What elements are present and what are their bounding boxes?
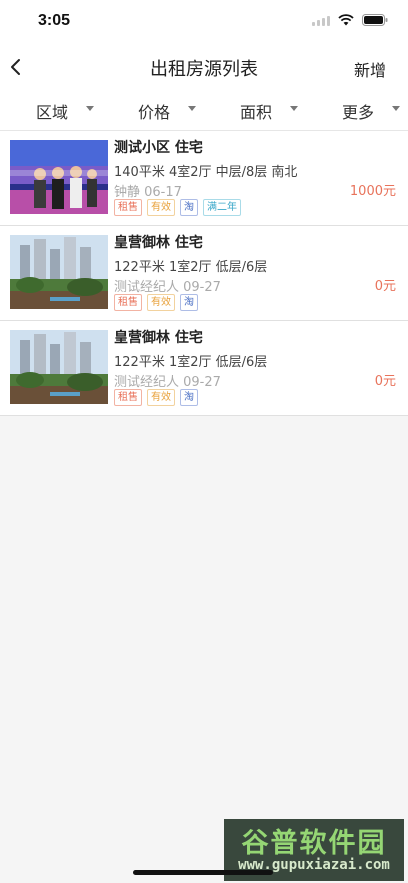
caret-down-icon (392, 106, 400, 111)
watermark-title: 谷普软件园 (241, 828, 387, 859)
caret-down-icon (86, 106, 94, 111)
listing-list: 测试小区 住宅 140平米 4室2厅 中层/8层 南北 钟静 06-17 100… (0, 131, 408, 416)
list-item[interactable]: 测试小区 住宅 140平米 4室2厅 中层/8层 南北 钟静 06-17 100… (0, 131, 408, 226)
listing-photo (10, 235, 108, 309)
filter-price[interactable]: 价格 (102, 88, 204, 130)
filter-bar: 区域 价格 面积 更多 (0, 88, 408, 131)
tag: 租售 (114, 294, 142, 311)
list-item[interactable]: 皇营御林 住宅 122平米 1室2厅 低层/6层 测试经纪人 09-27 0元 … (0, 321, 408, 416)
cellular-signal-icon (312, 14, 330, 26)
listing-spec: 122平米 1室2厅 低层/6层 (114, 260, 268, 275)
filter-more[interactable]: 更多 (306, 88, 408, 130)
caret-down-icon (188, 106, 196, 111)
tag: 租售 (114, 389, 142, 406)
listing-price: 1000元 (349, 184, 396, 199)
caret-down-icon (290, 106, 298, 111)
tag: 有效 (147, 199, 175, 216)
filter-label: 面积 (240, 103, 273, 122)
nav-bar: 出租房源列表 新增 (0, 44, 408, 88)
filter-label: 更多 (342, 103, 375, 122)
home-indicator[interactable] (133, 870, 273, 875)
listing-tags: 租售 有效 淘 (114, 294, 198, 311)
listing-title: 测试小区 住宅 (114, 140, 203, 156)
listing-tags: 租售 有效 淘 (114, 389, 198, 406)
listing-price: 0元 (374, 374, 396, 389)
filter-size[interactable]: 面积 (204, 88, 306, 130)
filter-area[interactable]: 区域 (0, 88, 102, 130)
page-title: 出租房源列表 (150, 59, 258, 79)
tag: 有效 (147, 389, 175, 406)
listing-agent-date: 钟静 06-17 (114, 185, 182, 200)
listing-title: 皇营御林 住宅 (114, 235, 203, 251)
listing-spec: 140平米 4室2厅 中层/8层 南北 (114, 165, 298, 180)
tag: 淘 (180, 199, 198, 216)
list-item[interactable]: 皇营御林 住宅 122平米 1室2厅 低层/6层 测试经纪人 09-27 0元 … (0, 226, 408, 321)
listing-agent-date: 测试经纪人 09-27 (114, 280, 221, 295)
listing-tags: 租售 有效 淘 满二年 (114, 199, 241, 216)
listing-agent-date: 测试经纪人 09-27 (114, 375, 221, 390)
tag: 租售 (114, 199, 142, 216)
status-time: 3:05 (38, 12, 71, 29)
tag: 淘 (180, 294, 198, 311)
filter-label: 区域 (36, 103, 69, 122)
listing-spec: 122平米 1室2厅 低层/6层 (114, 355, 268, 370)
listing-photo (10, 330, 108, 404)
status-bar: 3:05 (0, 0, 408, 44)
battery-icon (362, 14, 388, 26)
listing-photo (10, 140, 108, 214)
filter-label: 价格 (138, 103, 171, 122)
tag: 满二年 (203, 199, 241, 216)
status-icons (312, 14, 388, 26)
tag: 淘 (180, 389, 198, 406)
listing-title: 皇营御林 住宅 (114, 330, 203, 346)
add-button[interactable]: 新增 (354, 57, 386, 81)
listing-price: 0元 (374, 279, 396, 294)
wifi-icon (338, 14, 354, 26)
tag: 有效 (147, 294, 175, 311)
